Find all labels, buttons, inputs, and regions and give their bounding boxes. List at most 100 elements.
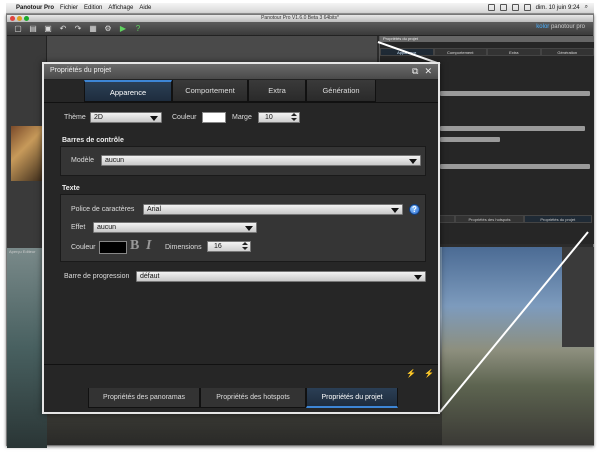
bg-select-bar[interactable]	[440, 91, 590, 96]
brand-suffix: panotour pro	[549, 24, 585, 30]
bg-tab-comportement[interactable]: Comportement	[433, 48, 487, 56]
tab-extra[interactable]: Extra	[248, 80, 306, 102]
tab-apparence[interactable]: Apparence	[84, 80, 172, 102]
dimensions-label: Dimensions	[165, 244, 202, 251]
wifi-icon[interactable]	[511, 4, 519, 11]
menu-fichier[interactable]: Fichier	[60, 5, 78, 11]
bg-select-bar[interactable]	[440, 137, 500, 142]
effet-value: aucun	[97, 224, 117, 231]
police-value: Arial	[147, 206, 162, 213]
bg-tab-generation[interactable]: Génération	[540, 48, 594, 56]
folder-icon[interactable]	[487, 4, 495, 11]
bg-bottom-tab-projet[interactable]: Propriétés du projet	[523, 215, 592, 223]
window-close-icon[interactable]	[10, 16, 15, 21]
menu-edition[interactable]: Edition	[84, 5, 102, 11]
spotlight-icon[interactable]: ⌕	[585, 4, 588, 11]
reset-icon[interactable]: ⚡	[406, 369, 416, 378]
progress-value: défaut	[140, 273, 160, 280]
background-side-controls	[562, 247, 594, 347]
theme-select[interactable]: 2D	[90, 112, 162, 123]
marge-label: Marge	[232, 114, 252, 121]
couleur-label: Couleur	[172, 114, 197, 121]
undo-icon[interactable]: ↶	[58, 24, 68, 34]
background-panel-tabs: Apparence Comportement Extra Génération	[380, 48, 594, 56]
dialog-titlebar: Propriétés du projet ⧉ ✕	[44, 64, 438, 80]
effet-select[interactable]: aucun	[93, 222, 257, 233]
window-zoom-icon[interactable]	[24, 16, 29, 21]
background-panel-title: Propriétés du projet	[380, 36, 594, 42]
police-select[interactable]: Arial	[143, 204, 403, 215]
bg-tab-extra[interactable]: Extra	[487, 48, 541, 56]
volume-icon[interactable]	[523, 4, 531, 11]
dialog-controls: ⧉ ✕	[412, 66, 432, 77]
brand-prefix: kolor	[536, 24, 550, 30]
window-minimize-icon[interactable]	[17, 16, 22, 21]
new-project-icon[interactable]: ▢	[13, 24, 23, 34]
panorama-thumbnail[interactable]	[11, 126, 44, 181]
modele-value: aucun	[105, 157, 125, 164]
progress-label: Barre de progression	[64, 273, 130, 280]
bg-tab-apparence[interactable]: Apparence	[380, 48, 434, 56]
barres-panel: Modèle aucun	[60, 146, 426, 176]
open-project-icon[interactable]: ▤	[28, 24, 38, 34]
marge-stepper[interactable]: 10	[258, 112, 300, 123]
modele-select[interactable]: aucun	[101, 155, 421, 166]
editor-preview-image	[7, 248, 47, 448]
chevron-down-icon	[409, 159, 417, 164]
text-color-swatch[interactable]	[99, 241, 127, 254]
dialog-tabs: Apparence Comportement Extra Génération	[84, 80, 376, 102]
texte-section-header: Texte	[62, 185, 80, 192]
bg-select-bar[interactable]	[440, 126, 585, 131]
apply-icon[interactable]: ⚡	[424, 369, 434, 378]
police-label: Police de caractères	[71, 206, 135, 213]
screenshot-stage: { "menubar": { "apple": "", "app_name": …	[0, 0, 600, 452]
barres-section-header: Barres de contrôle	[62, 137, 124, 144]
bottom-tab-hotspots[interactable]: Propriétés des hotspots	[200, 388, 306, 408]
project-properties-dialog: Propriétés du projet ⧉ ✕ Apparence Compo…	[42, 62, 440, 414]
bottom-tab-panoramas[interactable]: Propriétés des panoramas	[88, 388, 200, 408]
bottom-divider	[44, 364, 438, 365]
bg-select-bar[interactable]	[440, 164, 590, 169]
bg-bottom-tab-hotspots[interactable]: Propriétés des hotspots	[455, 215, 524, 223]
tab-generation[interactable]: Génération	[306, 80, 376, 102]
menu-aide[interactable]: Aide	[139, 5, 151, 11]
menu-app-name[interactable]: Panotour Pro	[16, 5, 54, 11]
progress-select[interactable]: défaut	[136, 271, 426, 282]
couleur-color-swatch[interactable]	[202, 112, 226, 123]
add-panorama-icon[interactable]: ▦	[88, 24, 98, 34]
redo-icon[interactable]: ↷	[73, 24, 83, 34]
settings-gear-icon[interactable]: ⚙	[103, 24, 113, 34]
help-icon[interactable]: ?	[133, 24, 143, 34]
bold-icon[interactable]: B	[130, 238, 139, 254]
tab-comportement[interactable]: Comportement	[172, 80, 248, 102]
chevron-down-icon	[150, 116, 158, 121]
dialog-bottom-tabs: Propriétés des panoramas Propriétés des …	[88, 388, 398, 408]
restore-icon[interactable]: ⧉	[412, 66, 418, 77]
modele-label: Modèle	[71, 157, 94, 164]
display-icon[interactable]	[499, 4, 507, 11]
dimensions-stepper[interactable]: 16	[207, 241, 251, 252]
background-window-title: Panotour Pro V1.6.0 Beta 3 64bits*	[261, 15, 339, 21]
background-toolbar: ▢ ▤ ▣ ↶ ↷ ▦ ⚙ ▶ ?	[7, 22, 593, 36]
save-project-icon[interactable]: ▣	[43, 24, 53, 34]
marge-value: 10	[265, 114, 273, 121]
menubar-clock[interactable]: dim. 10 juin 9:24	[536, 5, 580, 11]
stepper-arrows-icon[interactable]	[291, 113, 298, 122]
traffic-lights	[10, 16, 29, 21]
theme-value: 2D	[94, 114, 103, 121]
theme-label: Thème	[64, 114, 86, 121]
chevron-down-icon	[414, 275, 422, 280]
menu-affichage[interactable]: Affichage	[108, 5, 133, 11]
dialog-title: Propriétés du projet	[50, 67, 112, 74]
text-couleur-label: Couleur	[71, 244, 96, 251]
tab-divider	[44, 102, 438, 103]
kolor-brand-logo: kolor panotour pro	[536, 24, 585, 30]
stepper-arrows-icon[interactable]	[242, 242, 249, 251]
help-icon[interactable]: ?	[409, 204, 420, 215]
bottom-tab-projet[interactable]: Propriétés du projet	[306, 388, 398, 408]
close-icon[interactable]: ✕	[424, 66, 432, 77]
background-left-panel: Aperçu Editeur	[7, 36, 47, 448]
italic-icon[interactable]: I	[146, 238, 151, 254]
mac-menubar: Panotour Pro Fichier Edition Affichage A…	[6, 3, 594, 14]
play-icon[interactable]: ▶	[118, 24, 128, 34]
